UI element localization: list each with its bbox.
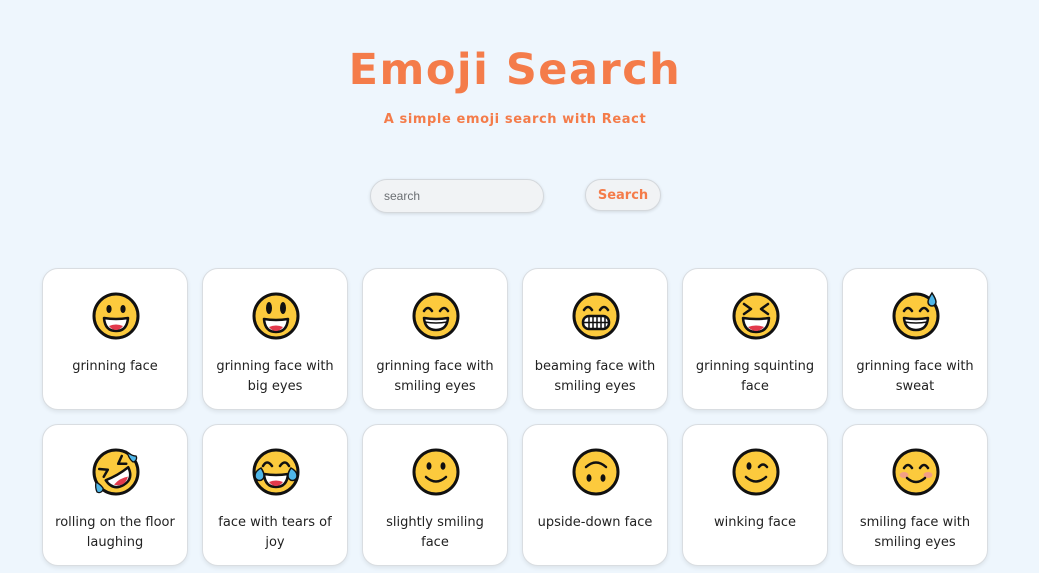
emoji-label: grinning face with big eyes (216, 359, 334, 394)
page-subtitle: A simple emoji search with React (383, 112, 647, 127)
emoji-card[interactable]: winking face (682, 424, 828, 566)
emoji-label: winking face (714, 515, 796, 530)
grinning-face-smiling-eyes-icon (412, 292, 460, 340)
emoji-card[interactable]: grinning face with sweat (842, 268, 988, 410)
emoji-card[interactable]: grinning squinting face (682, 268, 828, 410)
smiling-face-smiling-eyes-icon (892, 448, 940, 496)
emoji-card[interactable]: grinning face with smiling eyes (362, 268, 508, 410)
emoji-label: slightly smiling face (386, 515, 484, 550)
emoji-label: grinning face with smiling eyes (376, 359, 494, 394)
emoji-card[interactable]: rolling on the floor laughing (42, 424, 188, 566)
winking-face-icon (732, 448, 780, 496)
grinning-face-icon (92, 292, 140, 340)
rolling-laughing-icon (92, 448, 140, 496)
search-button[interactable]: Search (585, 179, 661, 211)
emoji-card[interactable]: face with tears of joy (202, 424, 348, 566)
emoji-label: face with tears of joy (218, 515, 332, 550)
upside-down-face-icon (572, 448, 620, 496)
emoji-card[interactable]: upside-down face (522, 424, 668, 566)
emoji-card[interactable]: grinning face with big eyes (202, 268, 348, 410)
search-input[interactable] (370, 179, 544, 213)
emoji-label: beaming face with smiling eyes (534, 359, 656, 394)
emoji-label: smiling face with smiling eyes (859, 515, 971, 550)
emoji-label: rolling on the floor laughing (55, 515, 175, 550)
emoji-card[interactable]: beaming face with smiling eyes (522, 268, 668, 410)
emoji-card[interactable]: smiling face with smiling eyes (842, 424, 988, 566)
page-title: Emoji Search (348, 45, 682, 95)
emoji-label: grinning face with sweat (856, 359, 974, 394)
grinning-face-big-eyes-icon (252, 292, 300, 340)
emoji-grid: grinning face grinning face with big eye… (42, 268, 988, 566)
grinning-face-sweat-icon (892, 291, 940, 340)
emoji-card[interactable]: slightly smiling face (362, 424, 508, 566)
tears-of-joy-icon (252, 448, 300, 496)
beaming-face-icon (572, 292, 620, 340)
emoji-card[interactable]: grinning face (42, 268, 188, 410)
emoji-label: grinning face (72, 359, 158, 374)
emoji-label: grinning squinting face (695, 359, 815, 394)
emoji-label: upside-down face (537, 515, 653, 530)
grinning-squinting-face-icon (732, 292, 780, 340)
slightly-smiling-face-icon (412, 448, 460, 496)
